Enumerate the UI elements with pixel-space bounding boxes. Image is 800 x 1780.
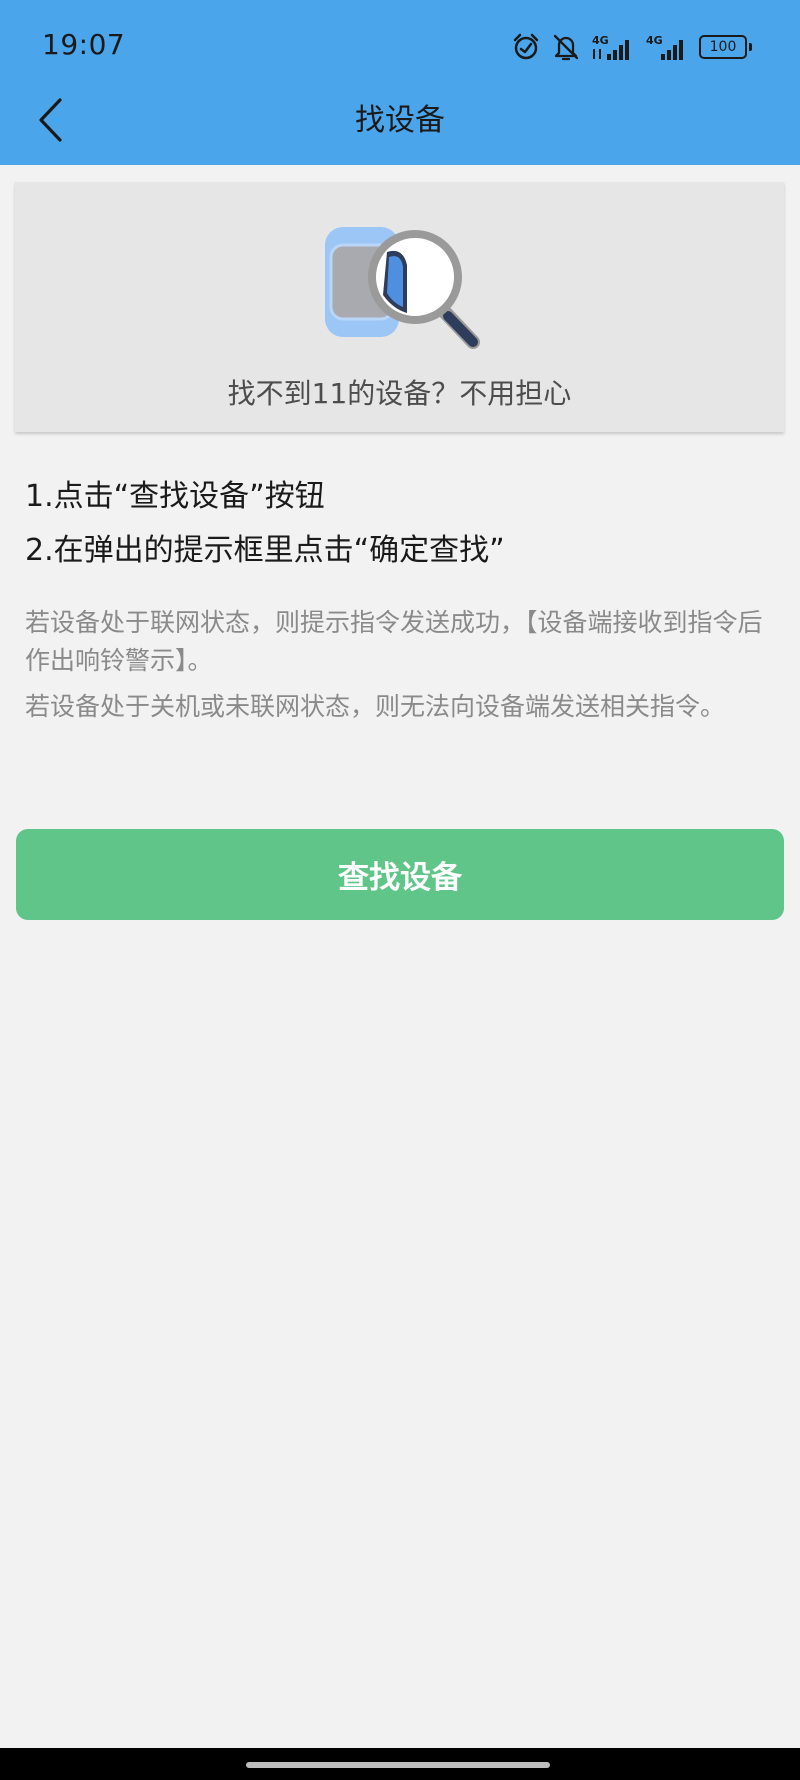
status-icons: 4G 4G 100 [511, 30, 752, 64]
top-app-bar: 19:07 4G 4G 100 找设备 [0, 0, 800, 165]
signal1-label: 4G [592, 34, 609, 47]
note-online: 若设备处于联网状态，则提示指令发送成功，【设备端接收到指令后作出响铃警示】。 [25, 608, 763, 675]
step-1: 1.点击“查找设备”按钮 [25, 479, 325, 514]
home-indicator[interactable] [246, 1762, 550, 1768]
page-title: 找设备 [355, 103, 445, 138]
status-time: 19:07 [42, 28, 126, 61]
watch-magnifier-icon [315, 217, 505, 352]
battery-level: 100 [699, 35, 747, 59]
note-offline: 若设备处于关机或未联网状态，则无法向设备端发送相关指令。 [25, 692, 726, 721]
signal-icon: 4G [645, 32, 689, 62]
alarm-icon [511, 32, 541, 62]
hero-card: 找不到11的设备？不用担心 [15, 182, 784, 432]
signal-icon: 4G [591, 32, 635, 62]
hero-text: 找不到11的设备？不用担心 [227, 377, 572, 410]
notes: 若设备处于联网状态，则提示指令发送成功，【设备端接收到指令后作出响铃警示】。 若… [25, 604, 785, 734]
signal2-label: 4G [646, 34, 663, 47]
bell-off-icon [551, 32, 581, 62]
battery-icon: 100 [699, 35, 752, 59]
instruction-steps: 1.点击“查找设备”按钮 2.在弹出的提示框里点击“确定查找” [25, 470, 785, 578]
step-2: 2.在弹出的提示框里点击“确定查找” [25, 533, 505, 568]
find-device-button[interactable]: 查找设备 [16, 829, 784, 920]
